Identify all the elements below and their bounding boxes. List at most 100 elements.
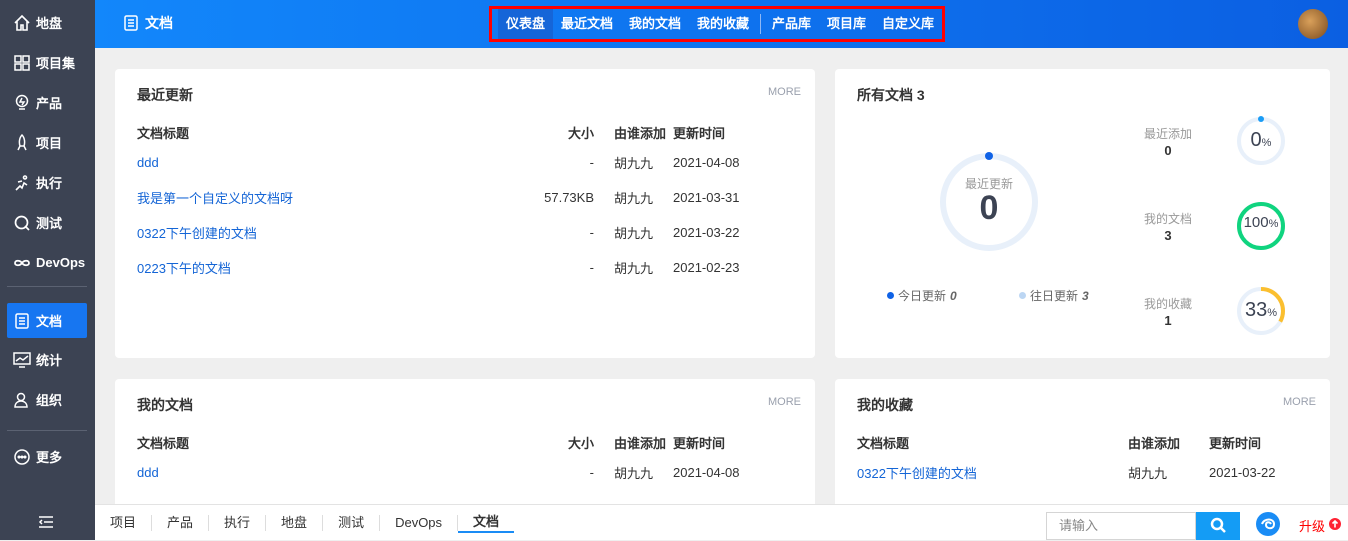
sidebar-item-programs[interactable]: 项目集 [7,45,87,80]
bottom-tab-product[interactable]: 产品 [152,515,210,531]
sidebar-item-execution[interactable]: 执行 [7,165,87,200]
zentao-logo-icon[interactable] [1255,511,1281,540]
search-input[interactable]: 请输入 [1046,512,1196,540]
sidebar-item-label: DevOps [36,255,86,270]
sidebar-item-product[interactable]: 产品 [7,85,87,120]
doc-title-link[interactable]: 0322下午创建的文档 [857,455,1128,490]
table-row: ddd - 胡九九 2021-04-08 [137,145,740,180]
bottom-tab-project[interactable]: 项目 [95,515,153,531]
stat-percent: 0% [1235,129,1287,152]
sidebar-item-label: 测试 [36,216,63,231]
stat-value: 0 [1164,143,1172,158]
run-icon [13,174,31,192]
home-icon [13,14,31,32]
stat-percent: 100% [1235,214,1287,231]
sidebar-item-more[interactable]: 更多 [7,439,87,474]
nav-product-lib[interactable]: 产品库 [764,9,819,39]
search-icon [1210,517,1226,536]
doc-title-link[interactable]: 0223下午的文档 [137,250,517,285]
doc-title-link[interactable]: 0322下午创建的文档 [137,215,517,250]
more-link[interactable]: MORE [1283,396,1316,408]
sidebar-item-label: 项目 [36,136,63,151]
legend-value: 0 [950,288,957,303]
nav-recent-docs[interactable]: 最近文档 [553,9,621,39]
header: 文档 仪表盘 最近文档 我的文档 我的收藏 产品库 项目库 自定义库 [95,0,1348,48]
col-header: 由谁添加 [614,435,667,451]
percent-number: 33 [1244,299,1268,321]
table-cell: 2021-03-31 [673,190,740,205]
col-header: 更新时间 [673,435,726,451]
sidebar-item-project[interactable]: 项目 [7,125,87,160]
card-title: 我的收藏 [857,397,913,413]
bottom-tab-dashboard[interactable]: 地盘 [266,515,324,531]
table-row: 0223下午的文档 - 胡九九 2021-02-23 [137,250,740,285]
nav-my-docs[interactable]: 我的文档 [621,9,689,39]
doc-icon [13,312,31,330]
doc-title-link[interactable]: 我是第一个自定义的文档呀 [137,180,517,215]
table-cell: 2021-04-08 [673,465,740,480]
nav-dashboard[interactable]: 仪表盘 [498,9,553,39]
sidebar-item-label: 产品 [36,96,63,111]
sidebar-item-stats[interactable]: 统计 [7,342,87,377]
doc-nav: 仪表盘 最近文档 我的文档 我的收藏 产品库 项目库 自定义库 [489,6,945,42]
sidebar-item-org[interactable]: 组织 [7,382,87,417]
table-cell: 2021-02-23 [673,260,740,275]
table-cell: - [589,155,594,170]
col-header: 更新时间 [1209,435,1262,451]
grid-icon [13,54,31,72]
more-icon [13,448,31,466]
sidebar-item-devops[interactable]: DevOps [7,245,87,280]
table-row: 我是第一个自定义的文档呀 57.73KB 胡九九 2021-03-31 [137,180,740,215]
chart-icon [13,351,31,369]
table-cell: 胡九九 [614,156,654,171]
col-header: 更新时间 [673,125,726,141]
nav-project-lib[interactable]: 项目库 [819,9,874,39]
search-button[interactable] [1196,512,1240,540]
doc-title-link[interactable]: ddd [137,145,517,180]
table-cell: 胡九九 [614,191,654,206]
all-docs-card: 所有文档 3 最近更新 0 今日更新 0 往日更新 3 最近添加 0 0% 我的文档… [835,69,1330,358]
center-value: 0 [979,189,999,227]
bottom-tab-doc[interactable]: 文档 [458,513,515,533]
col-header: 文档标题 [857,435,910,451]
stat-value: 3 [1164,228,1172,243]
table-cell: - [589,260,594,275]
table-cell: 57.73KB [544,190,594,205]
upgrade-link[interactable]: 升级 [1299,516,1342,535]
bulb-icon [13,94,31,112]
col-header: 由谁添加 [614,125,667,141]
stat-label: 最近添加 [1143,127,1192,141]
sidebar-item-doc[interactable]: 文档 [7,303,87,338]
sidebar-item-label: 组织 [36,393,63,408]
bottom-tab-test[interactable]: 测试 [323,515,381,531]
table-cell: 胡九九 [614,466,654,481]
sidebar-item-dashboard[interactable]: 地盘 [7,5,87,40]
sidebar-divider [7,430,87,431]
bottom-tab-devops[interactable]: DevOps [380,515,459,531]
recent-table: 文档标题 大小 由谁添加 更新时间 ddd - 胡九九 2021-04-08 我是第一个自定义… [137,119,740,285]
percent-sign: % [1261,137,1272,149]
more-link[interactable]: MORE [768,86,801,98]
stat-label: 我的收藏 [1143,297,1192,311]
card-title: 最近更新 [137,87,193,103]
legend-value: 3 [1082,288,1089,303]
collapse-sidebar-icon[interactable] [38,515,54,532]
doc-title-link[interactable]: ddd [137,455,517,490]
col-header: 大小 [567,125,594,141]
nav-my-favorites[interactable]: 我的收藏 [689,9,757,39]
my-docs-table: 文档标题 大小 由谁添加 更新时间 ddd - 胡九九 2021-04-08 [137,429,740,490]
avatar[interactable] [1298,9,1328,39]
table-row: 0322下午创建的文档 - 胡九九 2021-03-22 [137,215,740,250]
table-cell: 2021-04-08 [673,155,740,170]
nav-custom-lib[interactable]: 自定义库 [874,9,942,39]
stat-ring-dot [1258,116,1264,122]
bottom-tab-execution[interactable]: 执行 [209,515,267,531]
nav-separator [760,14,761,34]
sidebar-item-test[interactable]: 测试 [7,205,87,240]
col-header: 由谁添加 [1128,435,1181,451]
table-cell: 胡九九 [614,226,654,241]
percent-sign: % [1268,218,1279,230]
title-text: 文档 [145,15,173,31]
more-link[interactable]: MORE [768,396,801,408]
col-header: 文档标题 [137,435,190,451]
